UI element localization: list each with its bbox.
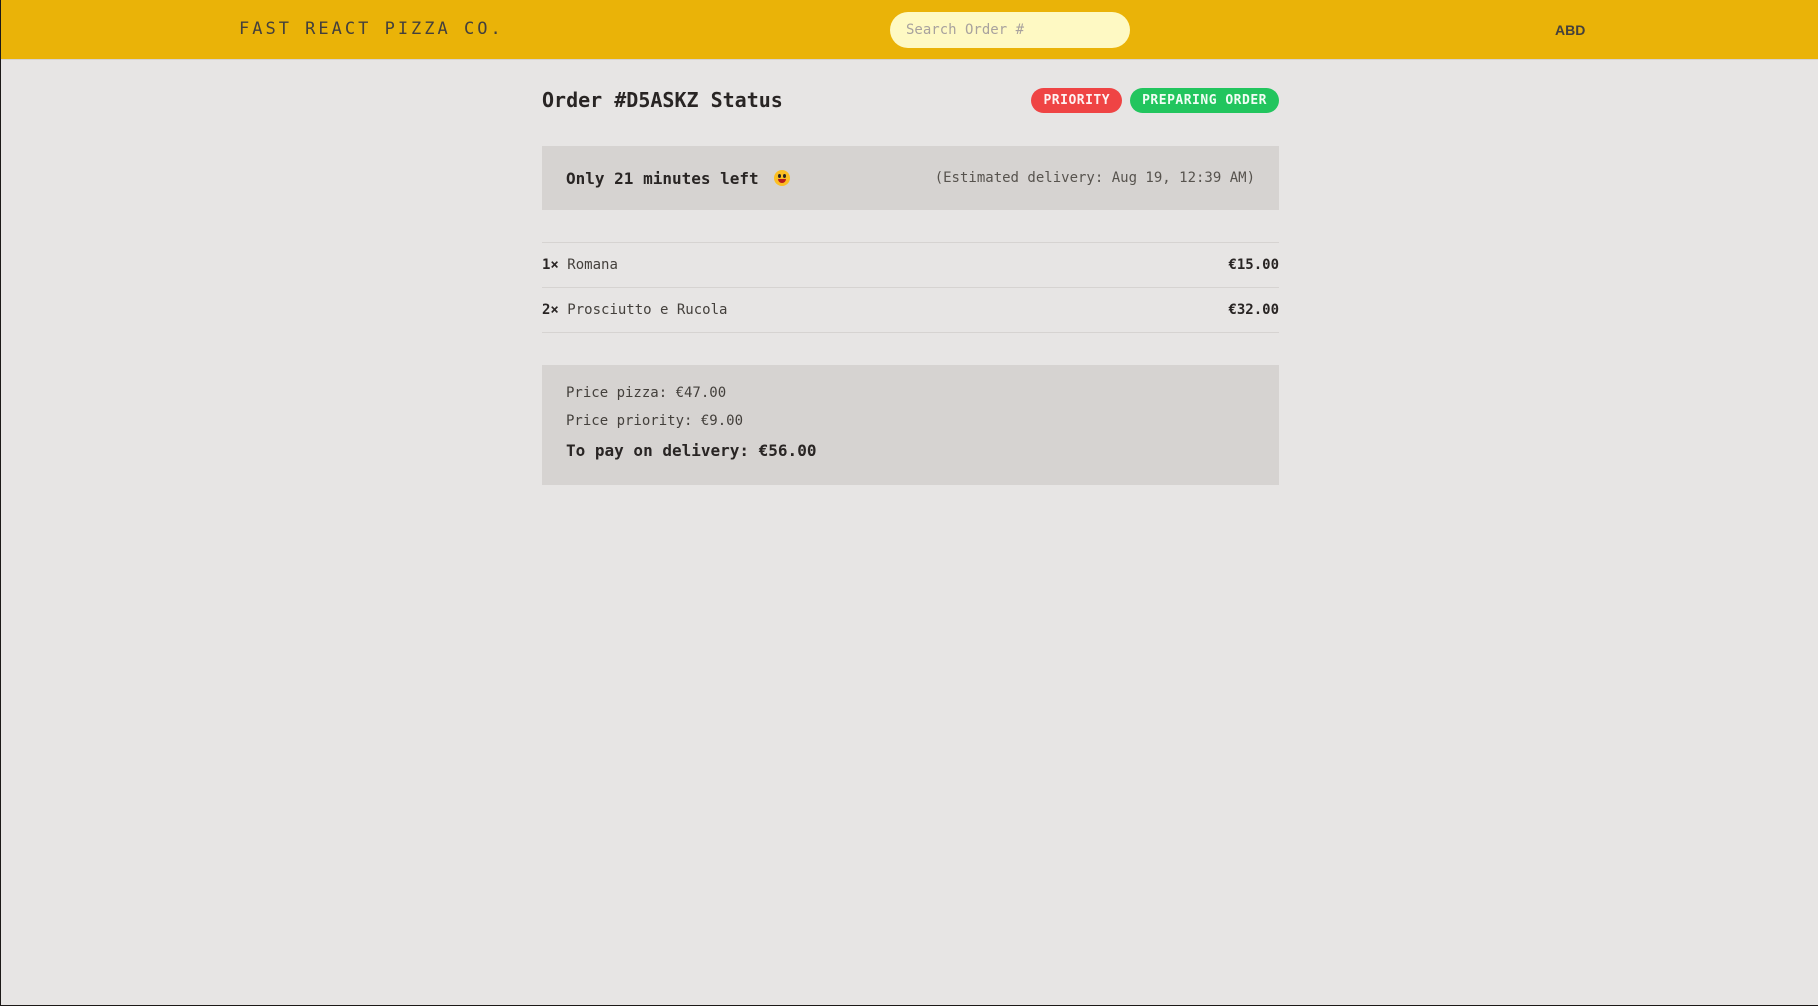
totals-box: Price pizza: €47.00 Price priority: €9.0…	[542, 365, 1279, 485]
item-name: Romana	[567, 257, 618, 273]
order-page: Order #D5ASKZ Status Priority Preparing …	[542, 60, 1279, 485]
title-row: Order #D5ASKZ Status Priority Preparing …	[542, 86, 1279, 114]
estimated-delivery: (Estimated delivery: Aug 19, 12:39 AM)	[934, 170, 1255, 186]
price-priority: Price priority: €9.00	[566, 413, 744, 429]
page-title: Order #D5ASKZ Status	[542, 88, 783, 112]
app-frame: Fast React Pizza Co. ABD Order #D5ASKZ S…	[0, 0, 1818, 1006]
eta-countdown-text: Only 21 minutes left	[566, 168, 759, 188]
search-order-input[interactable]	[890, 12, 1130, 48]
username: ABD	[1555, 22, 1586, 38]
status-badge: Preparing order	[1130, 87, 1279, 113]
eta-box: Only 21 minutes left (Estimated delivery…	[542, 146, 1279, 210]
item-price: €32.00	[1228, 302, 1279, 318]
eta-countdown: Only 21 minutes left	[566, 168, 791, 188]
badges: Priority Preparing order	[1031, 87, 1279, 113]
list-item: 2× Prosciutto e Rucola €32.00	[542, 288, 1279, 333]
list-item: 1× Romana €15.00	[542, 243, 1279, 288]
item-quantity: 1×	[542, 257, 559, 273]
priority-badge: Priority	[1031, 87, 1123, 113]
grinning-face-icon	[774, 169, 791, 186]
total-to-pay: To pay on delivery: €56.00	[566, 441, 817, 460]
item-description: 1× Romana	[542, 257, 618, 273]
item-description: 2× Prosciutto e Rucola	[542, 302, 727, 318]
logo-link[interactable]: Fast React Pizza Co.	[239, 19, 504, 39]
item-quantity: 2×	[542, 302, 559, 318]
item-price: €15.00	[1228, 257, 1279, 273]
item-name: Prosciutto e Rucola	[567, 302, 728, 318]
header: Fast React Pizza Co. ABD	[1, 0, 1818, 60]
order-items-list: 1× Romana €15.00 2× Prosciutto e Rucola …	[542, 242, 1279, 333]
price-pizza: Price pizza: €47.00	[566, 385, 727, 401]
